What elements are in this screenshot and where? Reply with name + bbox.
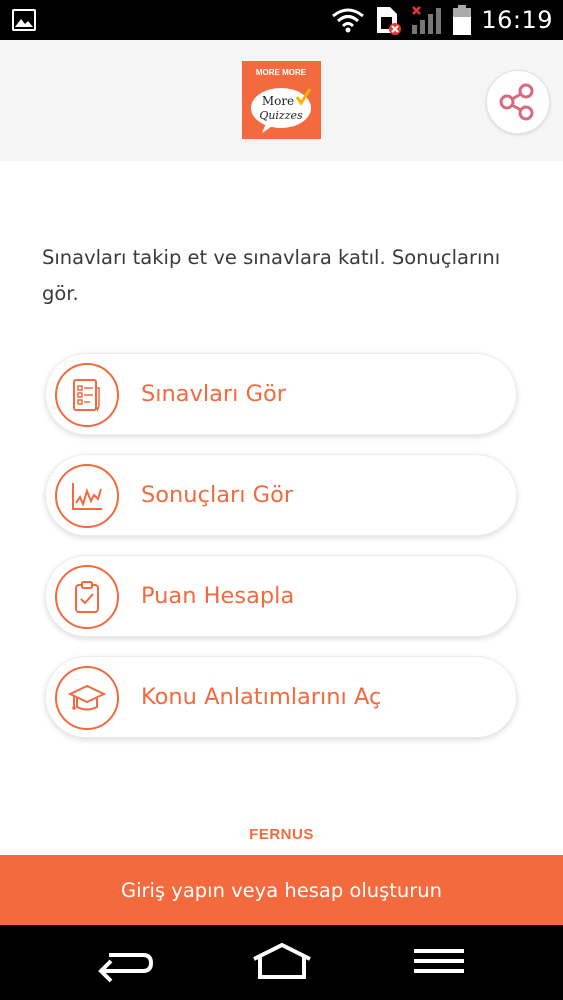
clock: 16:19 — [481, 6, 553, 34]
menu-icon[interactable] — [412, 943, 466, 983]
back-icon[interactable] — [95, 943, 155, 983]
calculate-score-label: Puan Hesapla — [141, 583, 295, 609]
share-button[interactable] — [486, 70, 550, 134]
clipboard-check-icon — [55, 565, 119, 629]
calculate-score-button[interactable]: Puan Hesapla — [45, 555, 517, 637]
app-header: MORE MORE More Quizzes — [0, 40, 563, 161]
view-results-button[interactable]: Sonuçları Gör — [45, 454, 517, 536]
wifi-icon — [332, 8, 365, 33]
graduation-cap-icon — [55, 666, 119, 730]
sim-error-icon — [377, 7, 402, 35]
svg-text:Quizzes: Quizzes — [259, 109, 303, 122]
login-signup-label: Giriş yapın veya hesap oluşturun — [120, 878, 443, 902]
view-exams-label: Sınavları Gör — [141, 381, 287, 407]
brand-logo: FERNUS — [249, 826, 314, 843]
open-lessons-button[interactable]: Konu Anlatımlarını Aç — [45, 656, 517, 738]
signal-icon — [412, 6, 442, 34]
system-nav-bar — [0, 925, 563, 1000]
share-icon — [499, 83, 534, 121]
app-logo: MORE MORE More Quizzes — [242, 61, 321, 139]
gallery-icon — [12, 9, 36, 31]
home-icon[interactable] — [250, 943, 314, 983]
login-signup-button[interactable]: Giriş yapın veya hesap oluşturun — [0, 855, 563, 925]
view-results-label: Sonuçları Gör — [141, 482, 294, 508]
view-exams-button[interactable]: Sınavları Gör — [45, 353, 517, 435]
status-bar: 16:19 — [0, 0, 563, 40]
battery-icon — [453, 5, 472, 35]
svg-text:More: More — [262, 94, 294, 108]
open-lessons-label: Konu Anlatımlarını Aç — [141, 684, 382, 710]
intro-text: Sınavları takip et ve sınavlara katıl. S… — [42, 246, 501, 305]
status-icons: 16:19 — [331, 0, 553, 40]
exam-list-icon — [55, 363, 119, 427]
svg-text:MORE MORE: MORE MORE — [256, 68, 307, 77]
chart-icon — [55, 464, 119, 528]
